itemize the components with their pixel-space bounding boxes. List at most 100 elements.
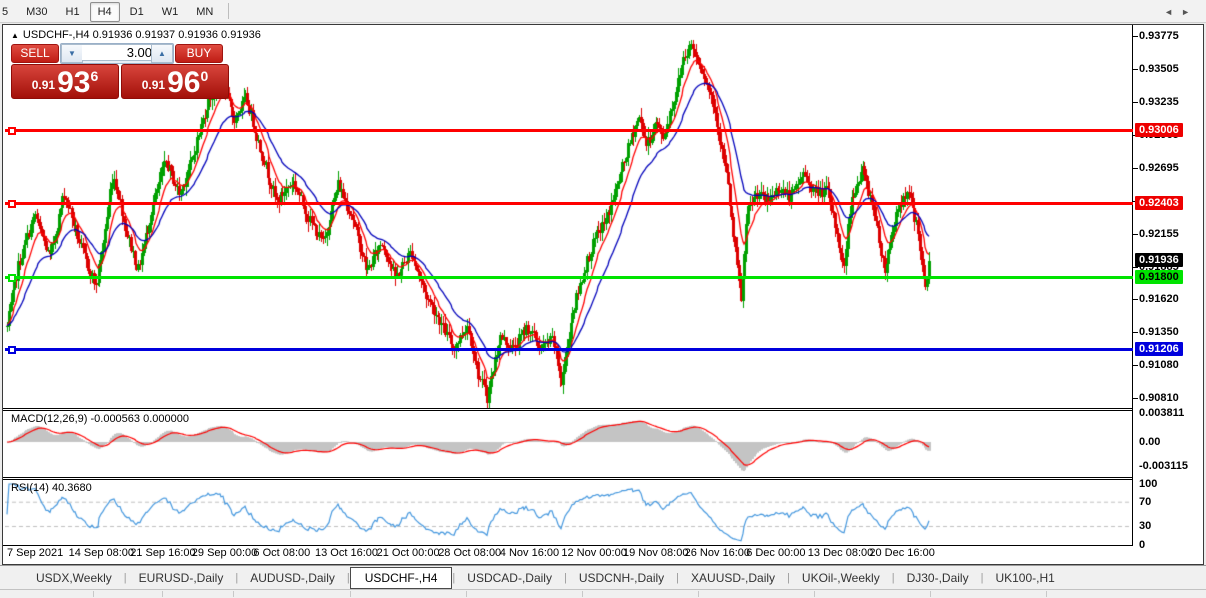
rsi-label: RSI(14) 40.3680 [11, 482, 92, 494]
price-axis-label: 0.91080 [1139, 359, 1203, 371]
chart-tab-usdcnh[interactable]: USDCNH-,Daily [567, 568, 676, 588]
horizontal-level-line[interactable] [5, 276, 1133, 279]
timeframe-button-h1[interactable]: H1 [58, 2, 88, 22]
chart-tab-usdcad[interactable]: USDCAD-,Daily [455, 568, 564, 588]
date-axis-label: 19 Nov 08:00 [623, 547, 688, 559]
price-axis-tick [1133, 69, 1138, 70]
timeframe-button-m30[interactable]: M30 [18, 2, 55, 22]
sell-price-prefix: 0.91 [32, 78, 55, 92]
horizontal-level-line[interactable] [5, 348, 1133, 351]
price-axis-tick [1133, 168, 1138, 169]
price-axis-tick [1133, 102, 1138, 103]
pane-divider[interactable] [3, 410, 1133, 411]
timeframe-toolbar: 5M30H1H4D1W1MN [0, 0, 1206, 23]
date-axis-label: 6 Dec 00:00 [746, 547, 805, 559]
rsi-axis-label: 100 [1139, 478, 1203, 490]
price-axis-label: 0.92155 [1139, 228, 1203, 240]
price-badge: 0.91206 [1135, 342, 1183, 356]
timeframe-button-w1[interactable]: W1 [154, 2, 187, 22]
macd-values: -0.000563 0.000000 [90, 413, 188, 425]
price-axis-tick [1133, 398, 1138, 399]
plot-right-border [1132, 25, 1133, 545]
timeframe-button-mn[interactable]: MN [188, 2, 221, 22]
status-bar-separator [582, 591, 583, 597]
price-axis-tick [1133, 332, 1138, 333]
date-axis-label: 4 Nov 16:00 [500, 547, 559, 559]
sell-button[interactable]: SELL [11, 44, 59, 63]
date-axis-label: 29 Sep 00:00 [192, 547, 257, 559]
volume-decrease-button[interactable]: ▼ [61, 44, 83, 63]
chart-tab-dj30[interactable]: DJ30-,Daily [895, 568, 981, 588]
chart-tab-usdchf[interactable]: USDCHF-,H4 [350, 567, 453, 589]
date-axis-label: 13 Dec 08:00 [808, 547, 873, 559]
price-axis-label: 0.93235 [1139, 96, 1203, 108]
status-bar-separator [350, 591, 351, 597]
macd-axis-label: 0.00 [1139, 436, 1203, 448]
volume-spinner: ▼ ▲ [60, 43, 174, 64]
tab-scroll-right-icon[interactable]: ► [1181, 7, 1198, 17]
volume-increase-button[interactable]: ▲ [151, 44, 173, 63]
price-badge: 0.93006 [1135, 123, 1183, 137]
status-bar-separator [162, 591, 163, 597]
timeframe-button-h4[interactable]: H4 [90, 2, 120, 22]
symbol-tab-bar: USDX,Weekly|EURUSD-,Daily|AUDUSD-,Daily|… [0, 565, 1206, 589]
buy-price-display[interactable]: 0.91960 [121, 64, 229, 99]
chart-tab-uk100[interactable]: UK100-,H1 [983, 568, 1066, 588]
chart-tab-eurusd[interactable]: EURUSD-,Daily [127, 568, 236, 588]
pane-divider [3, 545, 1133, 546]
pane-divider[interactable] [3, 477, 1133, 478]
date-axis-label: 14 Sep 08:00 [69, 547, 134, 559]
sell-price-display[interactable]: 0.91936 [11, 64, 119, 99]
rsi-indicator-canvas[interactable] [5, 480, 1132, 545]
volume-input[interactable] [82, 44, 156, 61]
level-line-anchor-marker[interactable] [8, 346, 16, 354]
chart-tab-xauusd[interactable]: XAUUSD-,Daily [679, 568, 787, 588]
buy-button[interactable]: BUY [175, 44, 223, 63]
buy-price-big: 96 [167, 70, 200, 96]
timeframe-button-5[interactable]: 5 [0, 2, 16, 22]
rsi-axis-label: 70 [1139, 496, 1203, 508]
status-bar-separator [93, 591, 94, 597]
chart-tab-ukoil[interactable]: UKOil-,Weekly [790, 568, 892, 588]
rsi-axis-label: 0 [1139, 539, 1203, 551]
date-axis-label: 7 Sep 2021 [7, 547, 63, 559]
date-axis-label: 6 Oct 08:00 [253, 547, 310, 559]
price-axis-label: 0.91620 [1139, 293, 1203, 305]
rsi-name: RSI(14) [11, 482, 49, 494]
level-line-anchor-marker[interactable] [8, 127, 16, 135]
toolbar-separator [228, 3, 229, 19]
sell-price-big: 93 [57, 70, 90, 96]
chart-tab-usdx[interactable]: USDX,Weekly [24, 568, 124, 588]
tab-scroll-arrows: ◄► [1164, 7, 1198, 17]
buy-price-prefix: 0.91 [142, 78, 165, 92]
date-axis-label: 28 Oct 08:00 [438, 547, 501, 559]
macd-name: MACD(12,26,9) [11, 413, 87, 425]
status-bar-separator [233, 591, 234, 597]
price-axis-label: 0.90810 [1139, 392, 1203, 404]
price-axis-tick [1133, 234, 1138, 235]
tab-scroll-left-icon[interactable]: ◄ [1164, 7, 1181, 17]
rsi-value: 40.3680 [52, 482, 92, 494]
level-line-anchor-marker[interactable] [8, 200, 16, 208]
horizontal-level-line[interactable] [5, 129, 1133, 132]
chart-window: ▲USDCHF-,H4 0.91936 0.91937 0.91936 0.91… [2, 24, 1204, 565]
pane-divider[interactable] [3, 479, 1133, 480]
timeframe-button-d1[interactable]: D1 [122, 2, 152, 22]
status-bar-separator [1046, 591, 1047, 597]
buy-price-sup: 0 [200, 68, 208, 84]
price-badge: 0.91936 [1135, 253, 1183, 267]
macd-axis-label: -0.003115 [1139, 460, 1203, 472]
chart-tab-audusd[interactable]: AUDUSD-,Daily [238, 568, 347, 588]
price-axis-label: 0.93505 [1139, 63, 1203, 75]
price-badge: 0.92403 [1135, 196, 1183, 210]
price-badge: 0.91800 [1135, 270, 1183, 284]
pane-divider[interactable] [3, 408, 1133, 409]
horizontal-level-line[interactable] [5, 202, 1133, 205]
status-bar-separator [698, 591, 699, 597]
date-axis-label: 21 Sep 16:00 [130, 547, 195, 559]
date-axis-label: 13 Oct 16:00 [315, 547, 378, 559]
status-bar-separator [466, 591, 467, 597]
price-axis-label: 0.92695 [1139, 162, 1203, 174]
macd-axis-label: 0.003811 [1139, 407, 1203, 419]
level-line-anchor-marker[interactable] [8, 274, 16, 282]
